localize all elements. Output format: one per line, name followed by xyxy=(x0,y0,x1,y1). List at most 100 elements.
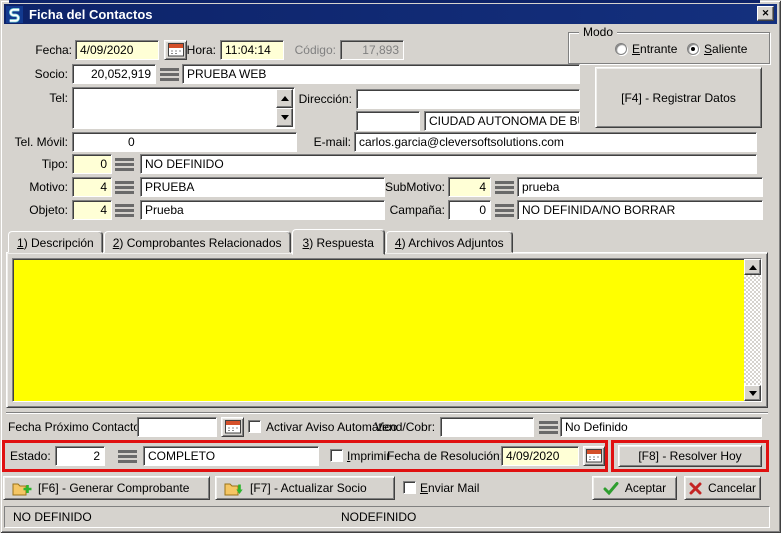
close-button[interactable]: ✕ xyxy=(757,6,774,21)
email-label: E-mail: xyxy=(306,132,351,152)
hora-input[interactable]: 11:04:14 xyxy=(220,40,284,60)
cancelar-button[interactable]: Cancelar xyxy=(684,476,761,500)
calendar-icon xyxy=(225,420,241,434)
estado-code-input[interactable]: 2 xyxy=(55,446,105,466)
motivo-lookup-button[interactable] xyxy=(115,177,134,197)
motivo-label: Motivo: xyxy=(8,177,68,197)
radio-saliente[interactable]: Saliente xyxy=(687,42,747,56)
tel-input[interactable] xyxy=(72,87,295,129)
radio-saliente-dot xyxy=(687,43,699,55)
tipo-code-input[interactable]: 0 xyxy=(72,154,112,174)
arrow-down-icon xyxy=(749,391,757,396)
window-title: Ficha del Contactos xyxy=(29,7,153,22)
submotivo-desc-field[interactable]: prueba xyxy=(517,177,763,197)
fecha-label: Fecha: xyxy=(16,40,72,60)
objeto-desc-field[interactable]: Prueba xyxy=(140,200,385,220)
motivo-code-input[interactable]: 4 xyxy=(72,177,112,197)
objeto-code-input[interactable]: 4 xyxy=(72,200,112,220)
campana-code-input[interactable]: 0 xyxy=(448,200,491,220)
tipo-label: Tipo: xyxy=(8,154,68,174)
radio-entrante-label: Entrante xyxy=(632,42,677,56)
tel-scroll-up-button[interactable] xyxy=(276,89,293,108)
calendar-icon xyxy=(586,449,602,463)
fecha-resolucion-input[interactable]: 4/09/2020 xyxy=(501,446,579,466)
actualizar-socio-button[interactable]: [F7] - Actualizar Socio xyxy=(215,476,395,500)
modo-label: Modo xyxy=(579,25,617,40)
email-input[interactable]: carlos.garcia@cleversoftsolutions.com xyxy=(354,132,757,152)
fecha-proximo-input[interactable] xyxy=(137,417,217,437)
generar-comprobante-button[interactable]: [F6] - Generar Comprobante xyxy=(3,476,210,500)
respuesta-scrollbar[interactable] xyxy=(744,259,761,401)
folder-plus-icon xyxy=(12,481,32,496)
respuesta-scroll-down-button[interactable] xyxy=(744,385,761,401)
status-bar: NO DEFINIDO NODEFINIDO xyxy=(4,506,770,528)
campana-label: Campaña: xyxy=(383,200,445,220)
aceptar-button[interactable]: Aceptar xyxy=(592,476,677,500)
modo-groupbox: Modo Entrante Saliente xyxy=(568,32,770,64)
tab-strip: 1) Descripción 2) Comprobantes Relaciona… xyxy=(8,229,514,253)
separator xyxy=(6,412,768,414)
tel-movil-input[interactable]: 0 xyxy=(72,132,297,152)
status-center: NODEFINIDO xyxy=(341,510,416,524)
tab-comprobantes-relacionados[interactable]: 2) Comprobantes Relacionados xyxy=(104,231,291,253)
direccion-line1-input[interactable] xyxy=(356,89,580,109)
codigo-field: 17,893 xyxy=(340,40,404,60)
background-window-edge xyxy=(9,0,760,3)
estado-label: Estado: xyxy=(10,446,52,466)
radio-entrante[interactable]: Entrante xyxy=(615,42,677,56)
direccion-label: Dirección: xyxy=(295,89,352,109)
radio-entrante-dot xyxy=(615,43,627,55)
submotivo-label: SubMotivo: xyxy=(383,177,445,197)
radio-saliente-label: Saliente xyxy=(704,42,747,56)
estado-desc-field[interactable]: COMPLETO xyxy=(143,446,319,466)
campana-desc-field[interactable]: NO DEFINIDA/NO BORRAR xyxy=(517,200,763,220)
direccion-line2a-input[interactable] xyxy=(356,111,420,131)
motivo-desc-field[interactable]: PRUEBA xyxy=(140,177,385,197)
fecha-input[interactable]: 4/09/2020 xyxy=(75,40,159,60)
fecha-resolucion-calendar-button[interactable] xyxy=(583,446,605,466)
respuesta-scroll-track[interactable] xyxy=(744,275,761,385)
fecha-calendar-button[interactable] xyxy=(164,40,187,60)
respuesta-scroll-up-button[interactable] xyxy=(744,259,761,275)
registrar-datos-button[interactable]: [F4] - Registrar Datos xyxy=(595,67,762,128)
objeto-label: Objeto: xyxy=(8,200,68,220)
objeto-lookup-button[interactable] xyxy=(115,200,134,220)
enviar-mail-checkbox[interactable] xyxy=(403,481,416,494)
tab-respuesta[interactable]: 3) Respuesta xyxy=(292,229,385,255)
status-left: NO DEFINIDO xyxy=(13,510,92,524)
tel-scrollbar xyxy=(276,89,293,127)
imprimir-checkbox[interactable] xyxy=(330,449,343,462)
x-icon xyxy=(689,482,702,495)
respuesta-text xyxy=(13,259,744,401)
socio-name-field[interactable]: PRUEBA WEB xyxy=(182,64,580,84)
arrow-up-icon xyxy=(749,265,757,270)
socio-code-input[interactable]: 20,052,919 xyxy=(72,64,156,84)
fecha-resolucion-label: Fecha de Resolución: xyxy=(387,446,497,466)
tab-archivos-adjuntos[interactable]: 4) Archivos Adjuntos xyxy=(386,231,513,253)
socio-label: Socio: xyxy=(16,64,68,84)
enviar-mail-label: Enviar Mail xyxy=(420,478,490,498)
tab-descripcion[interactable]: 1) Descripción xyxy=(8,231,103,253)
tipo-desc-field[interactable]: NO DEFINIDO xyxy=(140,154,757,174)
check-icon xyxy=(603,482,619,495)
socio-lookup-button[interactable] xyxy=(160,64,179,84)
tab-page-respuesta xyxy=(6,252,768,408)
tipo-lookup-button[interactable] xyxy=(115,154,134,174)
vend-cobr-input[interactable] xyxy=(440,417,534,437)
vend-cobr-lookup-button[interactable] xyxy=(539,417,558,437)
close-icon: ✕ xyxy=(762,8,770,18)
aviso-checkbox[interactable] xyxy=(248,420,261,433)
app-icon xyxy=(6,6,23,23)
vend-cobr-desc-field[interactable]: No Definido xyxy=(560,417,762,437)
direccion-line2b-field[interactable]: CIUDAD AUTONOMA DE BUEN xyxy=(424,111,580,131)
submotivo-lookup-button[interactable] xyxy=(495,177,514,197)
tel-scroll-down-button[interactable] xyxy=(276,108,293,127)
submotivo-code-input[interactable]: 4 xyxy=(448,177,491,197)
respuesta-textarea[interactable] xyxy=(12,258,762,402)
campana-lookup-button[interactable] xyxy=(495,200,514,220)
fecha-proximo-calendar-button[interactable] xyxy=(221,417,244,437)
resolver-hoy-button[interactable]: [F8] - Resolver Hoy xyxy=(618,445,762,467)
estado-lookup-button[interactable] xyxy=(118,446,137,466)
calendar-icon xyxy=(168,43,184,57)
vend-cobr-label: Vend/Cobr: xyxy=(375,417,435,437)
